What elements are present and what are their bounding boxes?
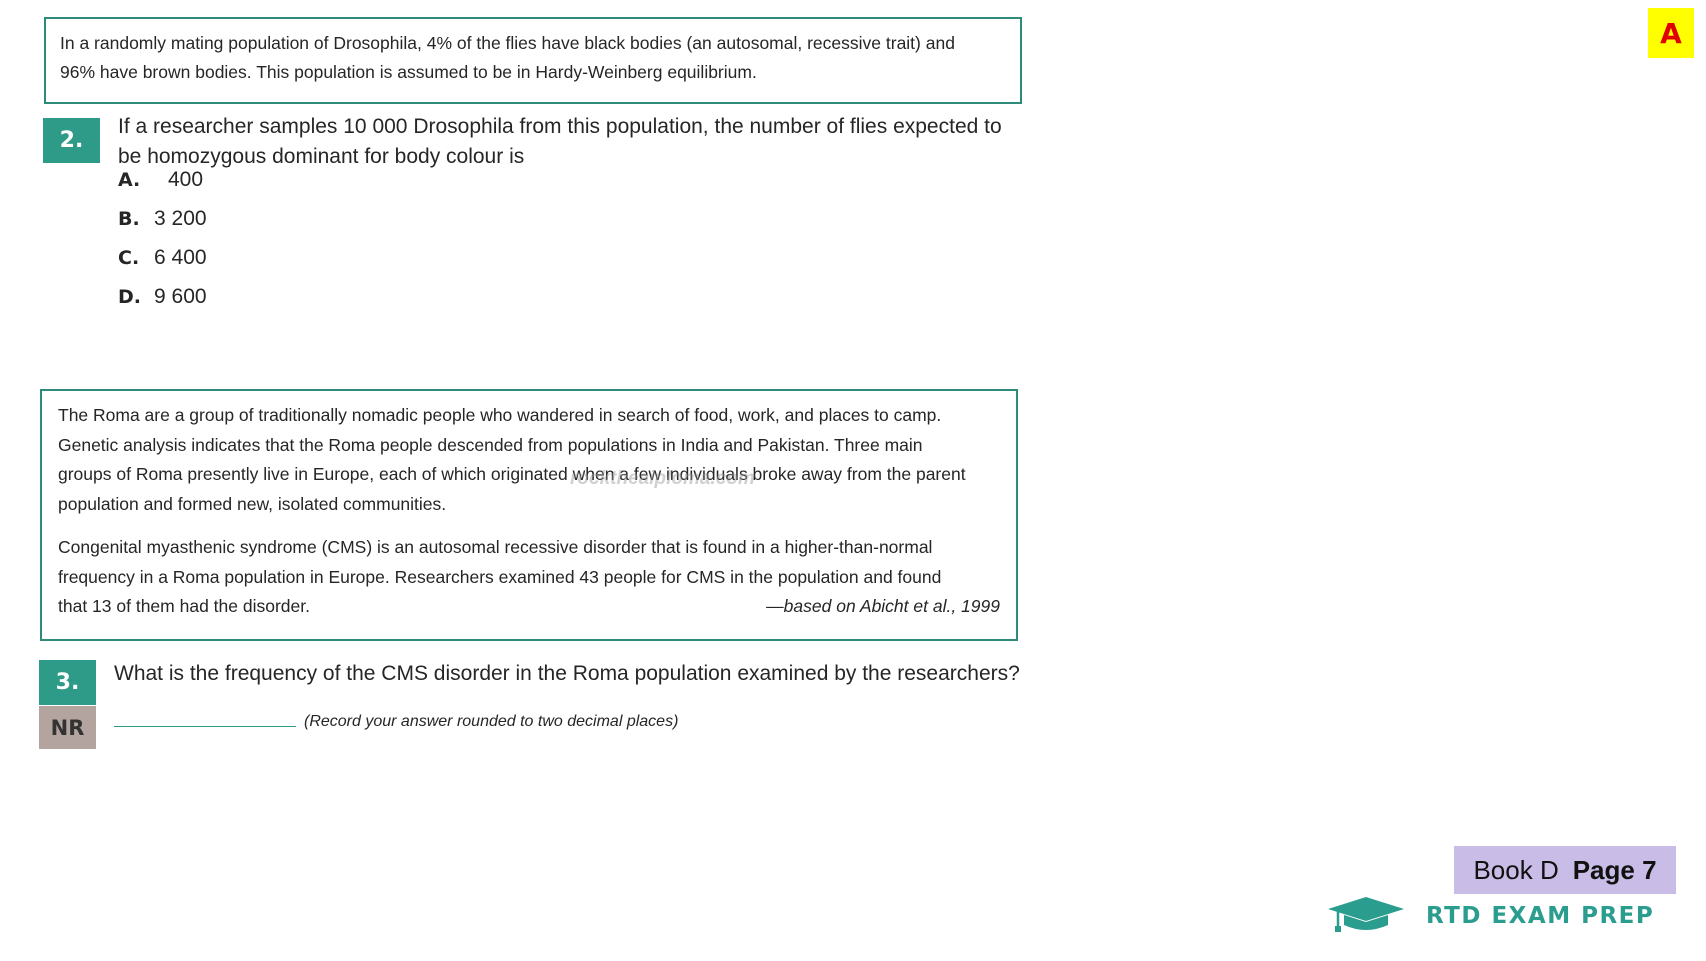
stimulus-line: population and formed new, isolated comm… bbox=[58, 493, 447, 514]
citation: —based on Abicht et al., 1999 bbox=[766, 596, 1000, 616]
stimulus-line: In a randomly mating population of Droso… bbox=[60, 33, 955, 53]
question-stem-line: If a researcher samples 10 000 Drosophil… bbox=[118, 115, 1002, 138]
stimulus-box-roma: The Roma are a group of traditionally no… bbox=[40, 389, 1018, 641]
option-value: 400 bbox=[168, 168, 204, 191]
book-label: Book D bbox=[1473, 854, 1559, 885]
option-value: 9 600 bbox=[154, 285, 207, 308]
stimulus-line: Genetic analysis indicates that the Roma… bbox=[58, 434, 923, 455]
option-value: 3 200 bbox=[154, 207, 207, 230]
stimulus-box-drosophila: In a randomly mating population of Droso… bbox=[44, 17, 1022, 104]
option-d[interactable]: D. 9 600 bbox=[118, 285, 207, 309]
option-b[interactable]: B. 3 200 bbox=[118, 207, 207, 231]
question-number-badge: 2. bbox=[43, 118, 100, 163]
answer-blank[interactable] bbox=[114, 726, 296, 727]
stimulus-line: groups of Roma presently live in Europe,… bbox=[58, 464, 966, 484]
question-stem: What is the frequency of the CMS disorde… bbox=[114, 662, 1020, 685]
graduation-cap-icon bbox=[1326, 894, 1406, 939]
question-stem: If a researcher samples 10 000 Drosophil… bbox=[118, 112, 1018, 172]
stimulus-paragraph: The Roma are a group of traditionally no… bbox=[58, 401, 1000, 519]
stimulus-line: frequency in a Roma population in Europe… bbox=[58, 566, 942, 587]
page-label: Page 7 bbox=[1572, 854, 1657, 885]
question-number-badge: 3. bbox=[39, 660, 96, 705]
stimulus-line: Congenital myasthenic syndrome (CMS) is … bbox=[58, 537, 933, 557]
stimulus-line: The Roma are a group of traditionally no… bbox=[58, 405, 942, 425]
numerical-response-badge: NR bbox=[39, 706, 96, 749]
question-stem-line: be homozygous dominant for body colour i… bbox=[118, 145, 525, 168]
stimulus-paragraph: Congenital myasthenic syndrome (CMS) is … bbox=[58, 533, 1000, 622]
option-a[interactable]: A. 400 bbox=[118, 168, 203, 192]
stimulus-line: that 13 of them had the disorder. bbox=[58, 596, 310, 616]
option-c[interactable]: C. 6 400 bbox=[118, 246, 207, 270]
option-letter: C. bbox=[118, 247, 140, 269]
option-letter: B. bbox=[118, 208, 140, 230]
stimulus-line: 96% have brown bodies. This population i… bbox=[60, 62, 757, 82]
brand-name: RTD EXAM PREP bbox=[1426, 903, 1655, 929]
option-letter: A. bbox=[118, 169, 141, 191]
answer-instruction: (Record your answer rounded to two decim… bbox=[304, 713, 679, 730]
option-letter: D. bbox=[118, 286, 141, 308]
option-value: 6 400 bbox=[154, 246, 207, 269]
brand-logo: RTD EXAM PREP bbox=[1326, 896, 1654, 936]
answer-key-badge: A bbox=[1648, 8, 1694, 58]
watermark: rocktheaiploma.com bbox=[570, 468, 755, 489]
page-tag: Book D Page 7 bbox=[1454, 846, 1676, 894]
